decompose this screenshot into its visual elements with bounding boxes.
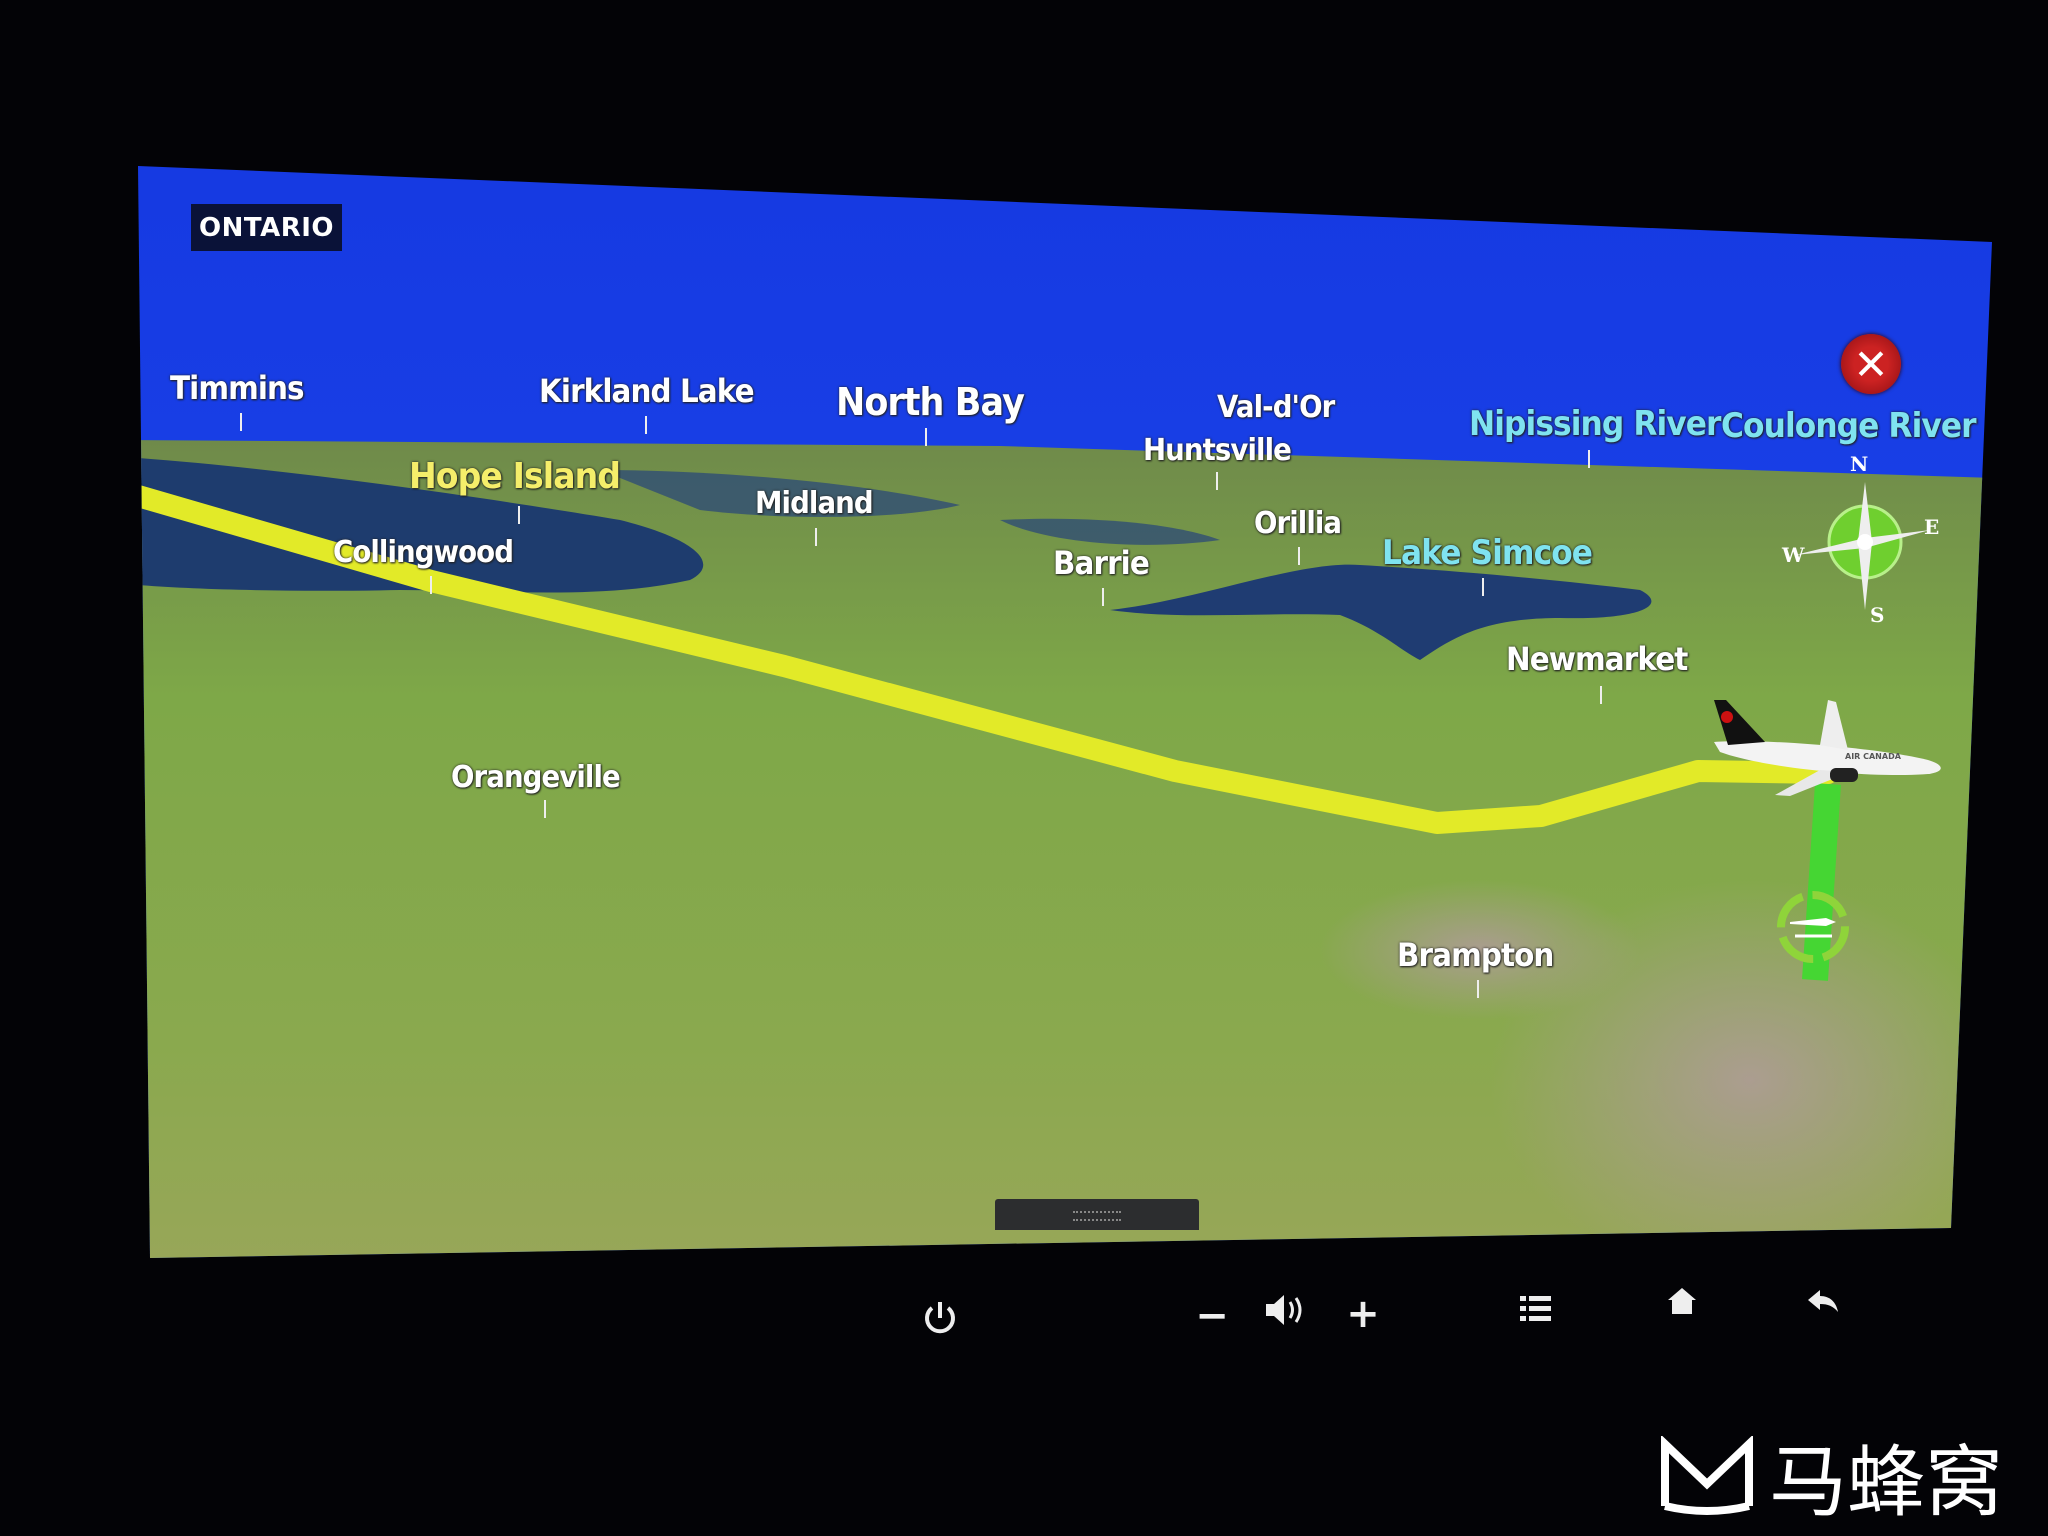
label-tick	[815, 528, 817, 546]
label-tick	[430, 576, 432, 594]
label-tick	[1600, 686, 1602, 704]
label-tick	[518, 506, 520, 524]
region-badge: ONTARIO	[191, 204, 342, 251]
compass-e: E	[1924, 515, 1940, 539]
label-tick	[544, 800, 546, 818]
label-orillia: Orillia	[1254, 506, 1342, 541]
label-kirkland-lake: Kirkland Lake	[539, 372, 755, 410]
compass-s: S	[1870, 603, 1885, 627]
label-tick	[925, 428, 927, 446]
label-tick	[1102, 588, 1104, 606]
label-tick	[1482, 578, 1484, 596]
label-tick	[1477, 980, 1479, 998]
power-icon	[925, 1302, 955, 1334]
watermark: 马蜂窝	[1659, 1420, 2003, 1532]
label-lake-simcoe: Lake Simcoe	[1382, 533, 1593, 573]
label-hope-island: Hope Island	[409, 456, 621, 497]
label-brampton: Brampton	[1397, 936, 1554, 974]
label-newmarket: Newmarket	[1506, 640, 1688, 678]
compass-w: W	[1782, 543, 1805, 567]
label-nipissing-river: Nipissing River	[1469, 404, 1721, 444]
volume-up-button[interactable]: +	[1346, 1291, 1380, 1337]
home-icon	[1668, 1288, 1696, 1314]
watermark-text: 马蜂窝	[1769, 1438, 2004, 1528]
back-button[interactable]	[1806, 1280, 1840, 1326]
volume-button[interactable]	[1264, 1292, 1308, 1338]
grip-icon	[1073, 1211, 1121, 1221]
speaker-icon	[1266, 1295, 1302, 1325]
compass-n: N	[1850, 452, 1869, 476]
menu-button[interactable]	[1520, 1288, 1552, 1334]
label-timmins: Timmins	[170, 369, 305, 407]
flight-map-screen: ONTARIO ✕ Timmins Kirkland Lake North Ba…	[138, 166, 1992, 1258]
label-barrie: Barrie	[1053, 544, 1150, 582]
close-icon: ✕	[1853, 339, 1889, 389]
label-val-dor: Val-d'Or	[1217, 390, 1335, 425]
list-icon	[1520, 1296, 1551, 1321]
label-midland: Midland	[755, 486, 874, 521]
label-tick	[240, 413, 242, 431]
label-tick	[645, 416, 647, 434]
aircraft-livery: AIR CANADA	[1845, 752, 1901, 761]
drawer-handle[interactable]	[995, 1199, 1199, 1230]
close-button[interactable]: ✕	[1841, 334, 1901, 394]
label-collingwood: Collingwood	[333, 535, 514, 570]
volume-down-button[interactable]: −	[1195, 1293, 1229, 1339]
back-icon	[1808, 1290, 1838, 1312]
label-coulonge-river: Coulonge River	[1721, 406, 1977, 446]
label-north-bay: North Bay	[836, 380, 1025, 424]
watermark-logo-icon	[1661, 1436, 1753, 1515]
label-huntsville: Huntsville	[1143, 433, 1292, 468]
ground-track	[1802, 783, 1841, 981]
label-tick	[1216, 472, 1218, 490]
label-orangeville: Orangeville	[451, 760, 621, 795]
label-tick	[1588, 450, 1590, 468]
power-button[interactable]	[920, 1298, 960, 1348]
label-tick	[1298, 547, 1300, 565]
home-button[interactable]	[1666, 1280, 1698, 1326]
